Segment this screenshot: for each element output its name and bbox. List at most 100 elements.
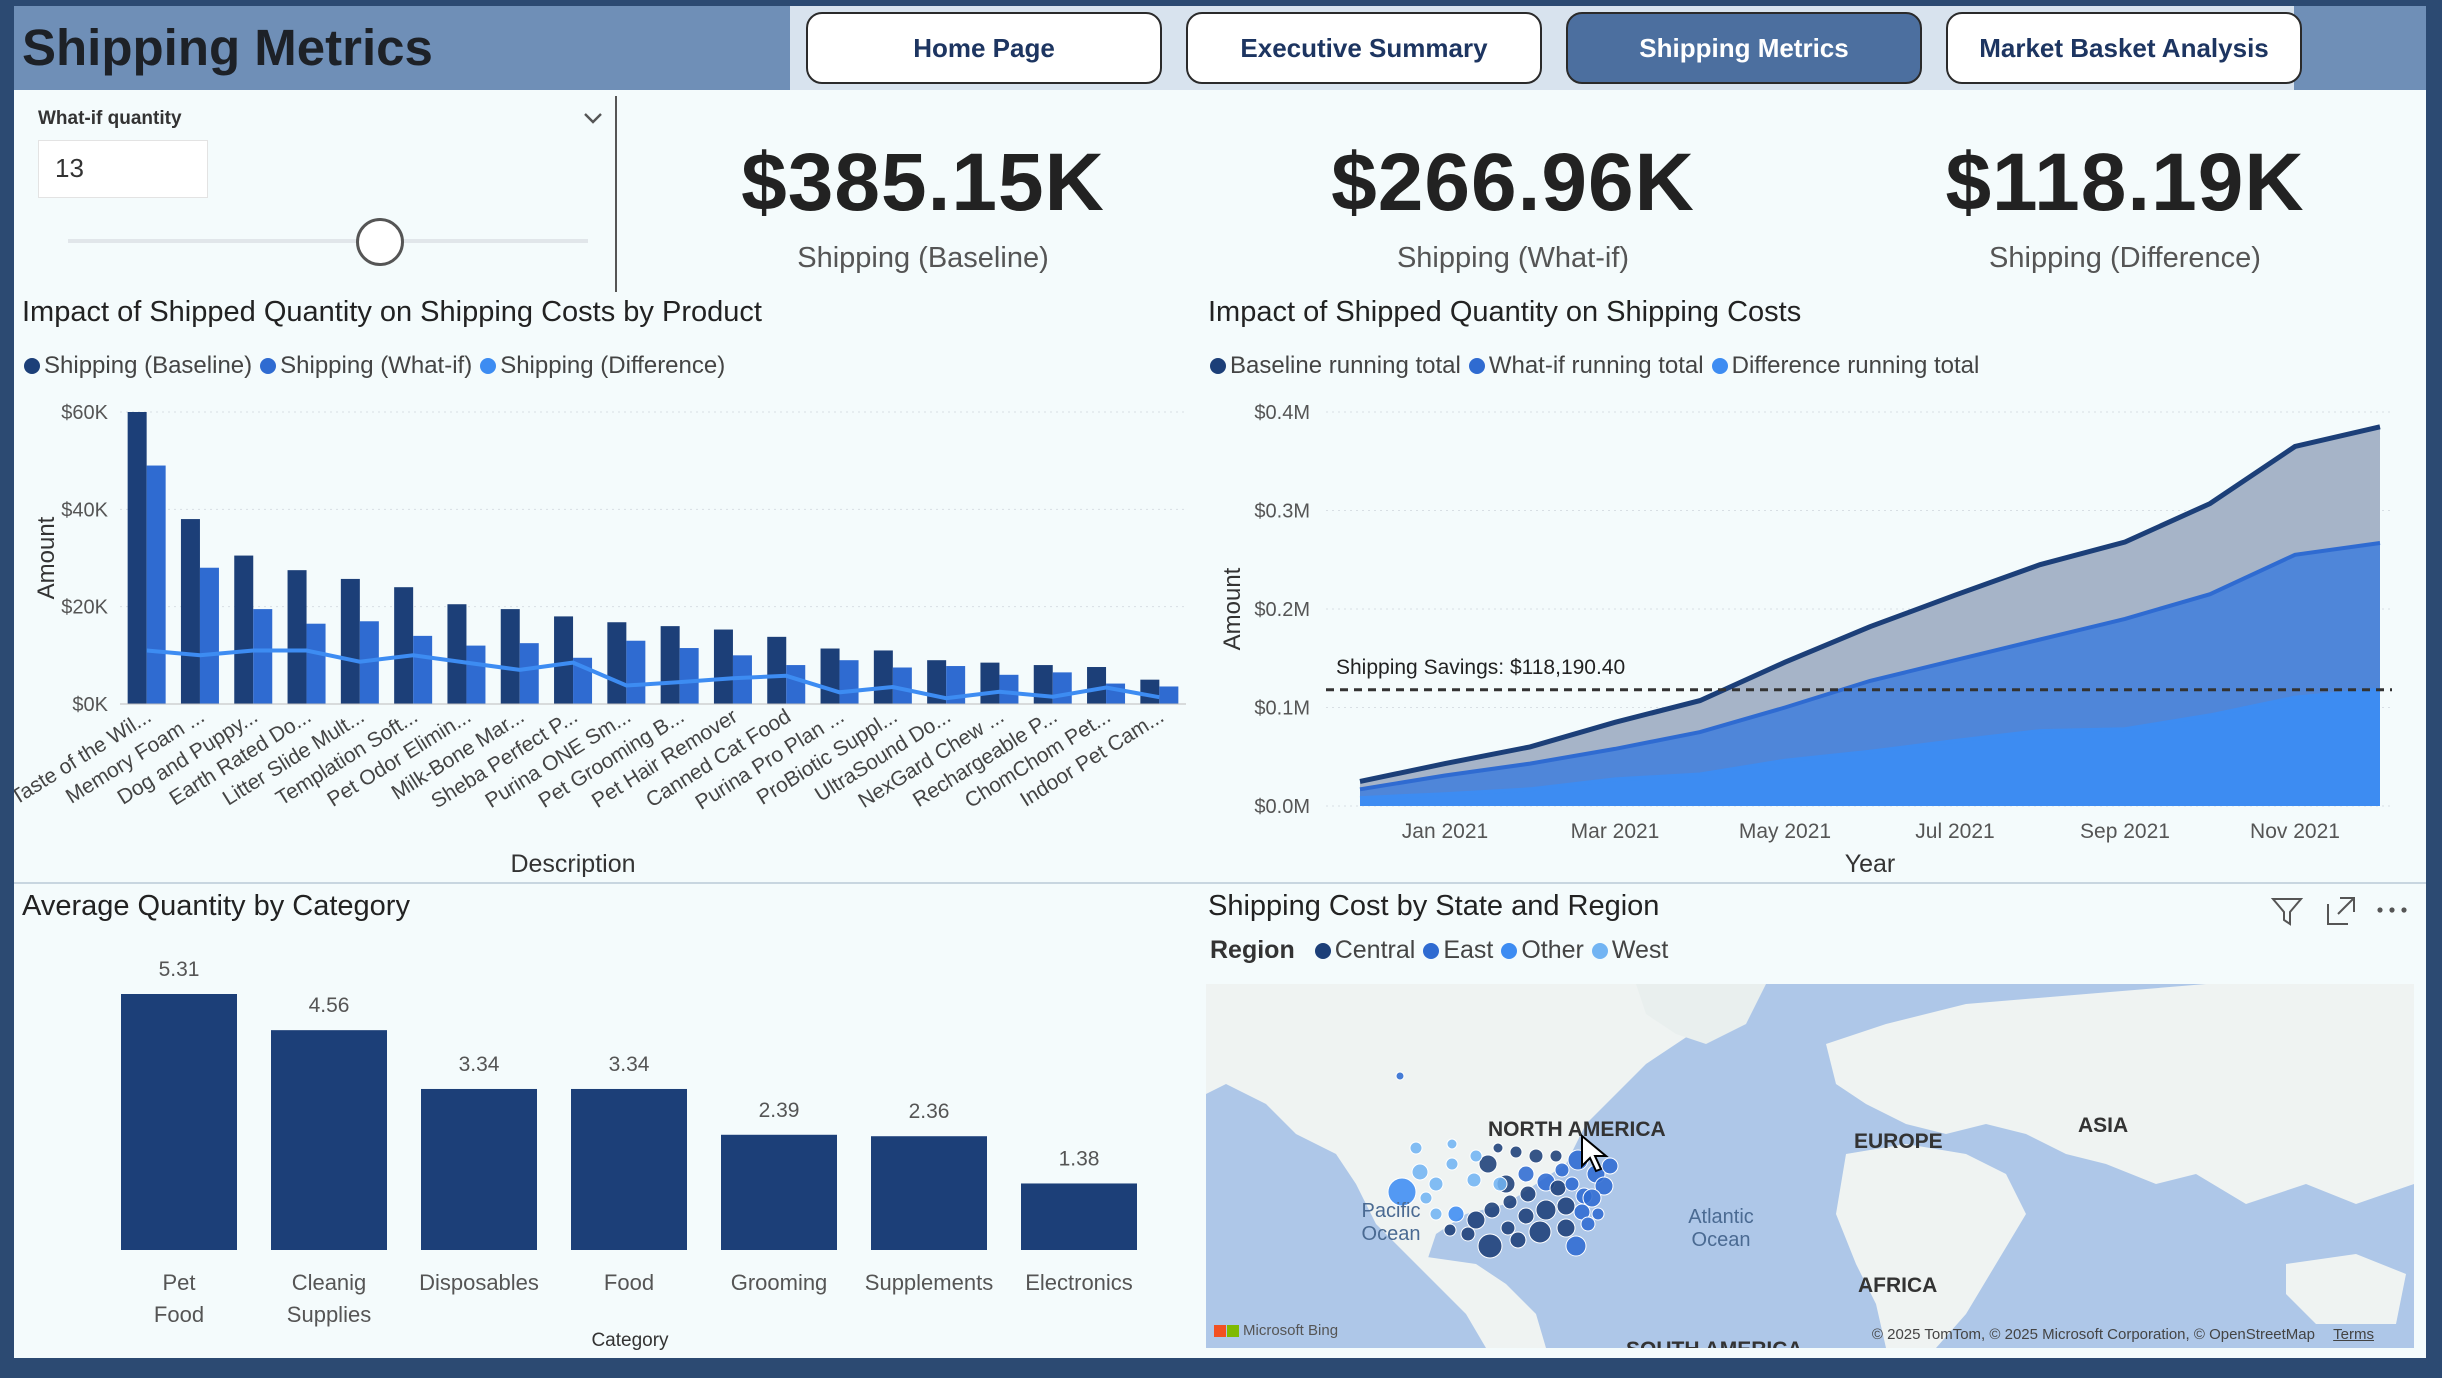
- reference-line-label: Shipping Savings: $118,190.40: [1336, 656, 1625, 679]
- y-tick-label: $0K: [72, 694, 108, 716]
- kpi-baseline-value: $385.15K: [741, 137, 1105, 228]
- bar-what-if: [626, 640, 646, 704]
- bar-value-label: 4.56: [309, 994, 350, 1017]
- map-terms-link[interactable]: Terms: [2333, 1326, 2374, 1343]
- kpi-baseline-label: Shipping (Baseline): [797, 242, 1049, 274]
- x-tick-label: Jul 2021: [1915, 820, 1994, 843]
- legend-difference-dot: [480, 358, 497, 374]
- product-bar-chart[interactable]: $0K$20K$40K$60KAmountTaste of the Wil...…: [14, 386, 1204, 886]
- slicer-label: What-if quantity: [38, 108, 182, 129]
- chevron-down-icon[interactable]: [582, 110, 604, 126]
- nav-shipping-metrics-button[interactable]: Shipping Metrics: [1566, 12, 1922, 84]
- y-axis-label: Amount: [33, 516, 60, 599]
- timeline-area-chart[interactable]: $0.0M $0.1M $0.2M $0.3M $0.4M Amount Shipping …: [1200, 386, 2424, 886]
- bar-baseline: [234, 555, 254, 704]
- bar-baseline: [394, 587, 414, 704]
- kpi-difference-card: $118.19K Shipping (Difference): [1830, 122, 2420, 292]
- x-tick-label: Electronics: [1025, 1270, 1133, 1295]
- map-data-point: [1549, 1179, 1567, 1197]
- map-data-point: [1556, 1196, 1576, 1216]
- kpi-baseline-card: $385.15K Shipping (Baseline): [628, 122, 1218, 292]
- category-bar-chart[interactable]: 5.31 Pet Food 4.56 Cleanig Supplies 3.34 Dispos…: [14, 936, 1204, 1356]
- map-points-layer[interactable]: [1206, 984, 2414, 1348]
- map-data-point: [1535, 1199, 1557, 1221]
- bar-baseline: [180, 519, 200, 704]
- map-data-point: [1446, 1138, 1458, 1150]
- focus-mode-icon[interactable]: [2324, 894, 2358, 928]
- x-tick-label: Grooming: [731, 1270, 828, 1295]
- category-bar: [721, 1134, 837, 1250]
- legend-what-if-total-label[interactable]: What-if running total: [1489, 352, 1704, 380]
- legend-difference-total-label[interactable]: Difference running total: [1732, 352, 1980, 380]
- map-data-point: [1466, 1172, 1482, 1188]
- map-data-point: [1509, 1145, 1523, 1159]
- map-data-point: [1519, 1185, 1537, 1203]
- region-west-label[interactable]: West: [1612, 936, 1669, 965]
- bar-baseline: [713, 629, 733, 704]
- x-tick-label: Nov 2021: [2250, 820, 2340, 843]
- legend-difference-label[interactable]: Shipping (Difference): [500, 352, 725, 380]
- nav-executive-summary-button[interactable]: Executive Summary: [1186, 12, 1542, 84]
- bar-value-label: 2.39: [759, 1099, 800, 1122]
- bar-baseline: [287, 570, 307, 704]
- legend-what-if-label[interactable]: Shipping (What-if): [280, 352, 472, 380]
- x-tick-label: Sep 2021: [2080, 820, 2170, 843]
- slicer-handle[interactable]: [356, 218, 404, 266]
- bar-baseline: [340, 578, 360, 704]
- bar-value-label: 3.34: [459, 1053, 500, 1076]
- product-chart-legend: Shipping (Baseline) Shipping (What-if) S…: [24, 352, 725, 380]
- row-divider: [14, 882, 2426, 884]
- y-tick-label: $0.4M: [1254, 402, 1310, 424]
- region-west-dot: [1591, 942, 1608, 959]
- map-label-south-america: SOUTH AMERICA: [1626, 1338, 1803, 1348]
- slicer-track: [68, 239, 588, 243]
- bar-what-if: [413, 635, 433, 704]
- nav-market-basket-analysis-button[interactable]: Market Basket Analysis: [1946, 12, 2302, 84]
- bar-what-if: [466, 645, 486, 704]
- filter-icon[interactable]: [2270, 894, 2304, 928]
- map-canvas[interactable]: NORTH AMERICA EUROPE ASIA AFRICA SOUTH A…: [1206, 984, 2414, 1348]
- map-data-point: [1477, 1233, 1503, 1259]
- legend-baseline-total-label[interactable]: Baseline running total: [1230, 352, 1461, 380]
- x-tick-label: Supplements: [865, 1270, 993, 1295]
- nav-home-page-button[interactable]: Home Page: [806, 12, 1162, 84]
- x-tick-label: Pet: [162, 1270, 195, 1295]
- report-header: Shipping Metrics Home Page Executive Sum…: [14, 6, 2426, 90]
- legend-what-if-dot: [260, 358, 277, 374]
- what-if-slicer: What-if quantity 13: [22, 98, 606, 284]
- kpi-difference-value: $118.19K: [1945, 137, 2305, 228]
- region-east-label[interactable]: East: [1443, 936, 1493, 965]
- mouse-cursor-icon: [1581, 1134, 1609, 1173]
- category-bar: [1021, 1183, 1137, 1250]
- bar-what-if: [786, 665, 806, 704]
- y-tick-label: $40K: [61, 499, 108, 521]
- region-other-label[interactable]: Other: [1521, 936, 1584, 965]
- legend-baseline-dot: [24, 358, 40, 374]
- map-data-point: [1492, 1142, 1504, 1154]
- category-bar: [421, 1088, 537, 1250]
- region-east-dot: [1423, 942, 1440, 959]
- map-data-point: [1528, 1220, 1552, 1244]
- more-options-icon[interactable]: [2374, 902, 2410, 918]
- legend-baseline-label[interactable]: Shipping (Baseline): [44, 352, 252, 380]
- bar-baseline: [554, 616, 574, 704]
- map-data-point: [1411, 1163, 1429, 1181]
- map-data-point: [1564, 1176, 1580, 1192]
- map-legend-title: Region: [1210, 936, 1295, 964]
- region-central-label[interactable]: Central: [1335, 936, 1416, 965]
- category-chart-title: Average Quantity by Category: [22, 890, 410, 922]
- map-label-pacific-ocean: Pacific Ocean: [1361, 1200, 1421, 1245]
- category-bar: [271, 1030, 387, 1250]
- legend-baseline-total-dot: [1210, 358, 1226, 374]
- map-data-point: [1483, 1201, 1501, 1219]
- y-tick-label: $60K: [61, 402, 108, 424]
- map-attribution: © 2025 TomTom, © 2025 Microsoft Corporat…: [1872, 1326, 2374, 1343]
- map-attribution-text[interactable]: © 2025 TomTom, © 2025 Microsoft Corporat…: [1872, 1326, 2315, 1343]
- slicer-value-input[interactable]: 13: [38, 140, 208, 198]
- map-label-africa: AFRICA: [1858, 1274, 1938, 1297]
- map-data-point: [1565, 1235, 1587, 1257]
- map-data-point: [1517, 1165, 1535, 1183]
- map-data-point: [1395, 1071, 1405, 1081]
- map-data-point: [1517, 1207, 1535, 1225]
- bar-what-if: [519, 643, 539, 704]
